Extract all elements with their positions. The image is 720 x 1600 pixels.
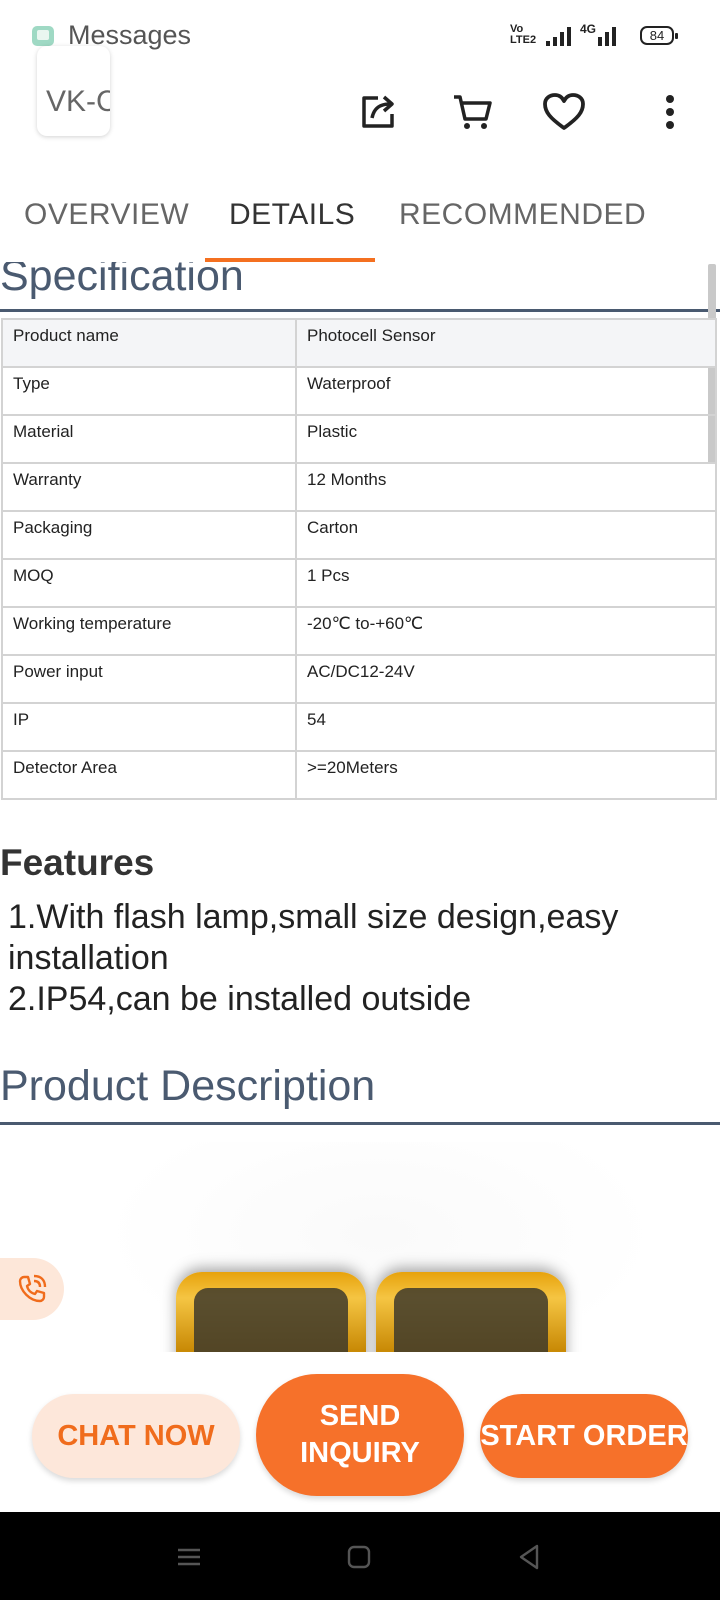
spec-key: Power input xyxy=(1,654,297,704)
sensor-unit-right xyxy=(376,1272,566,1352)
feature-item: 2.IP54,can be installed outside xyxy=(8,980,472,1018)
specification-heading: Specification xyxy=(0,262,244,300)
spec-value: Waterproof xyxy=(295,366,717,416)
features-heading: Features xyxy=(0,842,155,883)
heading-divider xyxy=(0,1122,720,1125)
chat-now-button[interactable]: CHAT NOW xyxy=(32,1394,240,1478)
spec-key: Type xyxy=(1,366,297,416)
table-row: Material Plastic xyxy=(1,414,717,464)
table-row: Power input AC/DC12-24V xyxy=(1,654,717,704)
heart-icon[interactable] xyxy=(540,88,588,136)
tab-overview[interactable]: OVERVIEW xyxy=(24,198,189,232)
spec-key: Material xyxy=(1,414,297,464)
spec-value: >=20Meters xyxy=(295,750,717,800)
send-inquiry-button[interactable]: SEND INQUIRY xyxy=(256,1374,464,1496)
table-row: Working temperature -20℃ to-+60℃ xyxy=(1,606,717,656)
messages-app-icon xyxy=(32,26,54,46)
volte-indicator: Vo LTE2 xyxy=(510,23,537,46)
sensor-unit-left xyxy=(176,1272,366,1352)
app-switch-chip[interactable]: VK-C Ch xyxy=(37,46,110,136)
features-list: 1.With flash lamp,small size design,easy… xyxy=(8,897,708,1020)
spec-key: IP xyxy=(1,702,297,752)
cart-icon[interactable] xyxy=(448,88,496,136)
table-row: Warranty 12 Months xyxy=(1,462,717,512)
call-button[interactable] xyxy=(0,1258,64,1320)
system-nav-bar xyxy=(0,1512,720,1600)
signal-icon-1 xyxy=(546,26,571,46)
app-chip-label: VK-C Ch xyxy=(46,85,110,118)
spec-key: Working temperature xyxy=(1,606,297,656)
table-row: Type Waterproof xyxy=(1,366,717,416)
spec-value: AC/DC12-24V xyxy=(295,654,717,704)
table-row: Packaging Carton xyxy=(1,510,717,560)
spec-value: -20℃ to-+60℃ xyxy=(295,606,717,656)
table-row: Product name Photocell Sensor xyxy=(1,318,717,368)
tab-recommended[interactable]: RECOMMENDED xyxy=(399,198,646,232)
home-icon[interactable] xyxy=(344,1542,374,1572)
spec-value: 1 Pcs xyxy=(295,558,717,608)
spec-table: Product name Photocell Sensor Type Waterpr… xyxy=(1,318,717,800)
details-content[interactable]: Specification Product name Photocell Sens… xyxy=(0,262,720,1352)
more-vertical-icon[interactable] xyxy=(646,88,694,136)
feature-item: 1.With flash lamp,small size design,easy… xyxy=(8,898,619,977)
table-row: IP 54 xyxy=(1,702,717,752)
signal-icon-2 xyxy=(598,26,616,46)
spec-key: Warranty xyxy=(1,462,297,512)
table-row: MOQ 1 Pcs xyxy=(1,558,717,608)
menu-icon[interactable] xyxy=(174,1542,204,1572)
tab-bar: OVERVIEW DETAILS RECOMMENDED xyxy=(0,180,720,262)
spec-key: Product name xyxy=(1,318,297,368)
spec-key: MOQ xyxy=(1,558,297,608)
product-image[interactable] xyxy=(100,1142,660,1352)
spec-value: 12 Months xyxy=(295,462,717,512)
tab-details[interactable]: DETAILS xyxy=(229,198,355,232)
spec-value: Carton xyxy=(295,510,717,560)
battery-icon: 84 xyxy=(640,26,678,45)
send-inquiry-label: SEND INQUIRY xyxy=(300,1400,420,1469)
spec-value: 54 xyxy=(295,702,717,752)
spec-value: Plastic xyxy=(295,414,717,464)
start-order-button[interactable]: START ORDER xyxy=(480,1394,688,1478)
share-icon[interactable] xyxy=(354,88,402,136)
back-icon[interactable] xyxy=(514,1542,544,1572)
spec-key: Detector Area xyxy=(1,750,297,800)
heading-divider xyxy=(0,309,720,312)
network-type-label: 4G xyxy=(580,22,597,36)
phone-call-icon xyxy=(18,1274,47,1303)
spec-key: Packaging xyxy=(1,510,297,560)
table-row: Detector Area >=20Meters xyxy=(1,750,717,800)
product-description-heading: Product Description xyxy=(0,1062,376,1110)
spec-value: Photocell Sensor xyxy=(295,318,717,368)
